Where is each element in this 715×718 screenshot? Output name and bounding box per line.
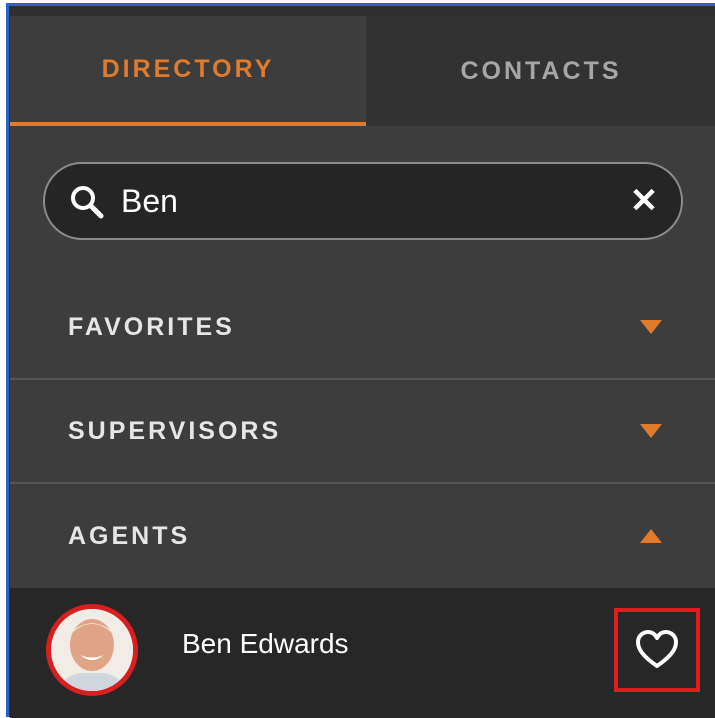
close-icon[interactable]: ✕ (629, 184, 659, 218)
section-agents[interactable]: AGENTS (10, 484, 715, 588)
chevron-down-icon (640, 320, 662, 334)
tab-directory[interactable]: DIRECTORY (10, 16, 366, 126)
chevron-up-icon (640, 529, 662, 543)
avatar (46, 604, 138, 696)
section-supervisors[interactable]: SUPERVISORS (10, 380, 715, 484)
tab-contacts[interactable]: CONTACTS (366, 16, 715, 126)
section-favorites[interactable]: FAVORITES (10, 276, 715, 380)
tab-directory-label: DIRECTORY (101, 54, 275, 83)
favorite-button[interactable] (614, 608, 700, 692)
agent-name: Ben Edwards (182, 628, 349, 659)
search-icon (71, 186, 104, 219)
chevron-down-icon (640, 424, 662, 438)
heart-outline-icon (636, 630, 678, 668)
list-item[interactable]: Ben Edwards (10, 588, 715, 718)
search-box: ✕ (43, 162, 683, 240)
avatar-photo (51, 609, 133, 691)
tab-bar: DIRECTORY CONTACTS (10, 16, 715, 126)
directory-panel: DIRECTORY CONTACTS ✕ FAVORITES SUPERVISO… (10, 16, 715, 718)
tab-contacts-label: CONTACTS (460, 56, 622, 85)
search-input[interactable] (119, 174, 599, 228)
section-favorites-label: FAVORITES (68, 312, 235, 341)
section-supervisors-label: SUPERVISORS (68, 416, 282, 445)
section-agents-label: AGENTS (68, 521, 191, 550)
